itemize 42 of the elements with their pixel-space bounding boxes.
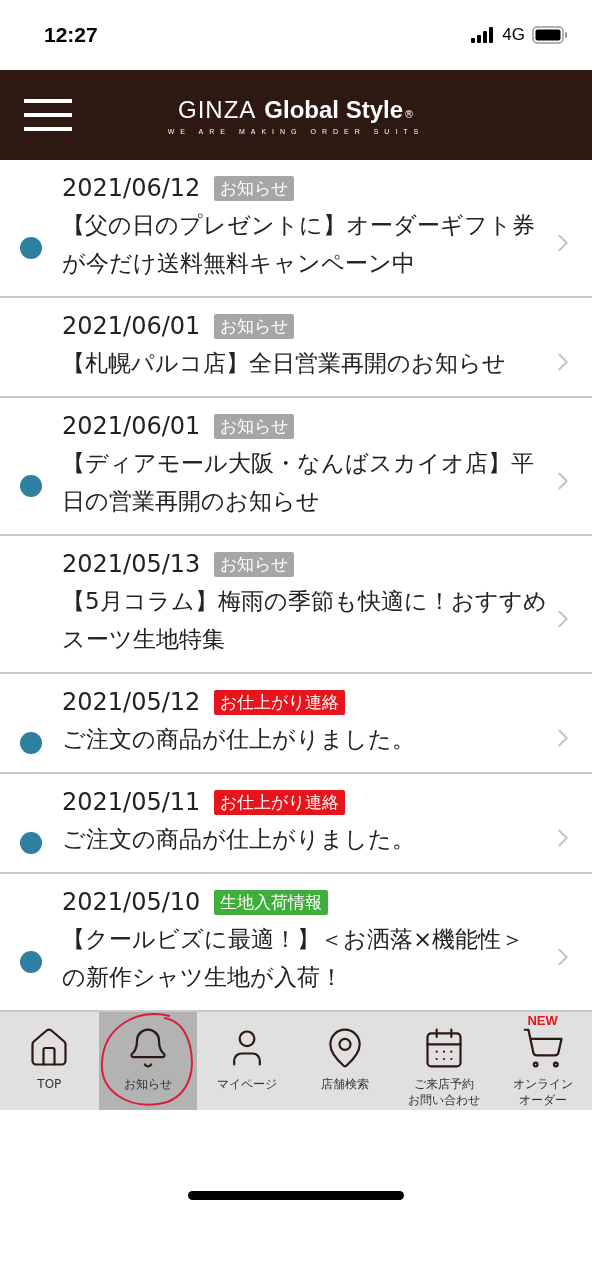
news-date: 2021/06/12 — [62, 174, 201, 202]
news-item[interactable]: 2021/06/01 お知らせ 【ディアモール大阪・なんばスカイオ店】平日の営業再開のお知らせ — [0, 398, 592, 536]
news-title: 【ディアモール大阪・なんばスカイオ店】平日の営業再開のお知らせ — [62, 449, 535, 516]
news-title: ご注文の商品が仕上がりました。 — [62, 725, 416, 754]
news-date: 2021/06/01 — [62, 412, 201, 440]
news-item[interactable]: 2021/05/11 お仕上がり連絡 ご注文の商品が仕上がりました。 — [0, 774, 592, 874]
news-title: 【5月コラム】梅雨の季節も快適に！おすすめスーツ生地特集 — [62, 587, 548, 654]
network-label: 4G — [502, 25, 525, 45]
category-tag: 生地入荷情報 — [214, 889, 329, 915]
status-time: 12:27 — [44, 23, 98, 47]
registered-mark: ® — [404, 108, 414, 120]
news-title: 【札幌パルコ店】全日営業再開のお知らせ — [62, 349, 507, 378]
tab-item[interactable]: ご来店予約 お問い合わせ — [394, 1012, 494, 1110]
logo-text: Global Style — [264, 95, 403, 124]
news-item[interactable]: 2021/05/12 お仕上がり連絡 ご注文の商品が仕上がりました。 — [0, 674, 592, 774]
tab-item[interactable]: マイページ — [197, 1012, 296, 1110]
signal-icon — [471, 27, 496, 43]
news-title: 【クールビズに最適！】＜お洒落×機能性＞の新作シャツ生地が入荷！ — [62, 925, 526, 992]
news-title: 【父の日のプレゼントに】オーダーギフト券が今だけ送料無料キャンペーン中 — [62, 211, 536, 278]
news-item[interactable]: 2021/05/13 お知らせ 【5月コラム】梅雨の季節も快適に！おすすめスーツ生地特集 — [0, 536, 592, 674]
category-tag: お知らせ — [214, 551, 295, 577]
news-date: 2021/05/12 — [62, 688, 201, 716]
menu-icon[interactable] — [24, 99, 72, 131]
category-tag: お仕上がり連絡 — [214, 689, 346, 715]
category-tag: お知らせ — [214, 175, 295, 201]
tab-item[interactable]: 店舗検索 — [296, 1012, 395, 1110]
new-label: NEW — [527, 1013, 558, 1029]
logo-text: GINZA — [177, 95, 257, 124]
category-tag: お仕上がり連絡 — [214, 789, 346, 815]
battery-icon — [532, 26, 568, 44]
news-title: ご注文の商品が仕上がりました。 — [62, 825, 416, 854]
news-date: 2021/05/11 — [62, 788, 201, 816]
category-tag: お知らせ — [214, 313, 295, 339]
news-date: 2021/05/10 — [62, 888, 201, 916]
news-date: 2021/06/01 — [62, 312, 201, 340]
tab-item[interactable]: NEW オンライン オーダー — [493, 1012, 592, 1110]
news-date: 2021/05/13 — [62, 550, 201, 578]
category-tag: お知らせ — [214, 413, 295, 439]
tab-item[interactable]: TOP — [0, 1012, 99, 1110]
news-item[interactable]: 2021/06/12 お知らせ 【父の日のプレゼントに】オーダーギフト券が今だけ送料無料キャンペーン中 — [0, 160, 592, 298]
news-item[interactable]: 2021/06/01 お知らせ 【札幌パルコ店】全日営業再開のお知らせ — [0, 298, 592, 398]
tab-item[interactable]: お知らせ — [98, 1012, 198, 1110]
